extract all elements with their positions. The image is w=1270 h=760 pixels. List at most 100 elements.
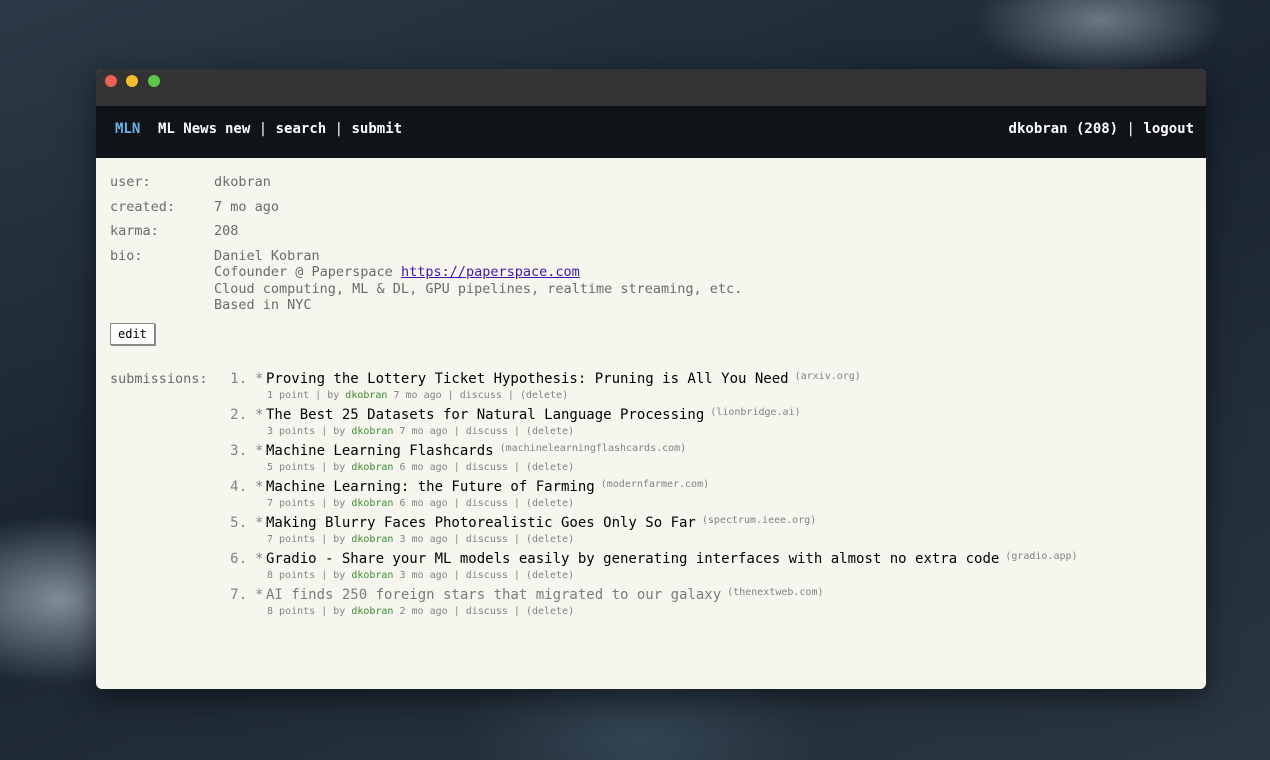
item-rank: 6. <box>230 550 247 567</box>
item-age-link[interactable]: 3 mo ago <box>400 534 448 545</box>
item-discuss-link[interactable]: discuss <box>460 390 502 401</box>
star-icon: * <box>255 478 264 495</box>
item-title-link[interactable]: Gradio - Share your ML models easily by … <box>266 551 999 567</box>
item-rank: 1. <box>230 370 247 387</box>
item-user-link[interactable]: dkobran <box>345 390 387 401</box>
item-by: by <box>333 497 346 509</box>
item-by: by <box>333 533 346 545</box>
site-logo[interactable]: MLN <box>115 121 140 137</box>
item-user-link[interactable]: dkobran <box>351 534 393 545</box>
item-user-link[interactable]: dkobran <box>351 498 393 509</box>
item-delete-link[interactable]: (delete) <box>526 426 574 437</box>
item-rank: 2. <box>230 406 247 423</box>
nav-separator: | <box>258 121 268 137</box>
item-discuss-link[interactable]: discuss <box>466 534 508 545</box>
item-user-link[interactable]: dkobran <box>351 606 393 617</box>
item-delete-link[interactable]: (delete) <box>520 390 568 401</box>
list-item: 1. * Proving the Lottery Ticket Hypothes… <box>214 371 1194 401</box>
item-age-link[interactable]: 7 mo ago <box>400 426 448 437</box>
profile-bio-row: bio: Daniel Kobran Cofounder @ Paperspac… <box>110 248 1206 314</box>
item-by: by <box>327 389 340 401</box>
bio-line-text: Cofounder @ Paperspace <box>214 264 401 280</box>
item-rank: 4. <box>230 478 247 495</box>
maximize-window-button[interactable] <box>148 75 160 87</box>
edit-profile-button[interactable]: edit <box>110 322 155 345</box>
item-discuss-link[interactable]: discuss <box>466 426 508 437</box>
item-age-link[interactable]: 6 mo ago <box>400 498 448 509</box>
bio-website-link[interactable]: https://paperspace.com <box>401 264 580 280</box>
minimize-window-button[interactable] <box>126 75 138 87</box>
item-by: by <box>333 605 346 617</box>
star-icon: * <box>255 370 264 387</box>
item-domain-link[interactable]: (arxiv.org) <box>795 371 861 387</box>
item-title-link[interactable]: AI finds 250 foreign stars that migrated… <box>266 587 721 603</box>
item-title-link[interactable]: The Best 25 Datasets for Natural Languag… <box>266 407 704 423</box>
star-icon: * <box>255 442 264 459</box>
nav-separator: | <box>1126 121 1135 137</box>
item-domain-link[interactable]: (thenextweb.com) <box>727 587 823 603</box>
user-label: user: <box>110 174 151 190</box>
item-user-link[interactable]: dkobran <box>351 426 393 437</box>
nav-links: new | search | submit <box>225 121 402 137</box>
item-title-link[interactable]: Machine Learning: the Future of Farming <box>266 479 595 495</box>
item-age-link[interactable]: 3 mo ago <box>400 570 448 581</box>
profile-user-row: user: dkobran <box>110 170 1206 195</box>
submissions-list: 1. * Proving the Lottery Ticket Hypothes… <box>214 371 1194 623</box>
window-titlebar <box>96 69 1206 106</box>
item-by: by <box>333 569 346 581</box>
nav-separator: | <box>334 121 344 137</box>
item-delete-link[interactable]: (delete) <box>526 462 574 473</box>
item-points: 7 points <box>267 533 316 545</box>
item-meta: 5 points | by dkobran 6 mo ago | discuss… <box>267 461 575 473</box>
item-delete-link[interactable]: (delete) <box>526 498 574 509</box>
profile-karma-row: karma: 208 <box>110 219 1206 244</box>
username-value: dkobran <box>214 174 271 190</box>
item-discuss-link[interactable]: discuss <box>466 462 508 473</box>
submissions-label: submissions: <box>110 370 208 387</box>
site-name-link[interactable]: ML News <box>158 121 217 137</box>
item-discuss-link[interactable]: discuss <box>466 570 508 581</box>
item-domain-link[interactable]: (lionbridge.ai) <box>710 407 800 423</box>
item-title-link[interactable]: Making Blurry Faces Photorealistic Goes … <box>266 515 696 531</box>
bio-line: Based in NYC <box>214 297 312 313</box>
list-item: 6. * Gradio - Share your ML models easil… <box>214 551 1194 581</box>
current-user-link[interactable]: dkobran (208) <box>1009 121 1119 137</box>
nav-submit-link[interactable]: submit <box>352 121 403 137</box>
item-domain-link[interactable]: (machinelearningflashcards.com) <box>500 443 687 459</box>
item-title-link[interactable]: Proving the Lottery Ticket Hypothesis: P… <box>266 371 789 387</box>
bio-label: bio: <box>110 247 143 264</box>
item-domain-link[interactable]: (modernfarmer.com) <box>601 479 709 495</box>
profile-content: user: dkobran created: 7 mo ago karma: 2… <box>96 158 1206 623</box>
star-icon: * <box>255 550 264 567</box>
item-delete-link[interactable]: (delete) <box>526 606 574 617</box>
item-meta: 7 points | by dkobran 3 mo ago | discuss… <box>267 533 575 545</box>
logout-link[interactable]: logout <box>1143 121 1194 137</box>
item-user-link[interactable]: dkobran <box>351 462 393 473</box>
item-delete-link[interactable]: (delete) <box>526 534 574 545</box>
bio-line: Daniel Kobran <box>214 247 320 264</box>
item-discuss-link[interactable]: discuss <box>466 606 508 617</box>
item-points: 8 points <box>267 605 316 617</box>
item-user-link[interactable]: dkobran <box>351 570 393 581</box>
star-icon: * <box>255 586 264 603</box>
item-age-link[interactable]: 2 mo ago <box>400 606 448 617</box>
item-meta: 8 points | by dkobran 3 mo ago | discuss… <box>267 569 575 581</box>
item-age-link[interactable]: 7 mo ago <box>393 390 441 401</box>
item-delete-link[interactable]: (delete) <box>526 570 574 581</box>
item-domain-link[interactable]: (spectrum.ieee.org) <box>702 515 816 531</box>
item-rank: 3. <box>230 442 247 459</box>
item-meta: 7 points | by dkobran 6 mo ago | discuss… <box>267 497 575 509</box>
item-title-link[interactable]: Machine Learning Flashcards <box>266 443 494 459</box>
item-age-link[interactable]: 6 mo ago <box>400 462 448 473</box>
close-window-button[interactable] <box>105 75 117 87</box>
item-points: 5 points <box>267 461 316 473</box>
item-discuss-link[interactable]: discuss <box>466 498 508 509</box>
item-domain-link[interactable]: (gradio.app) <box>1005 551 1077 567</box>
list-item: 4. * Machine Learning: the Future of Far… <box>214 479 1194 509</box>
site-header: MLN ML News new | search | submit dkobra… <box>96 106 1206 158</box>
item-points: 3 points <box>267 425 316 437</box>
item-points: 1 point <box>267 389 310 401</box>
nav-new-link[interactable]: new <box>225 121 250 137</box>
bio-text: Daniel Kobran Cofounder @ Paperspace htt… <box>214 248 742 314</box>
nav-search-link[interactable]: search <box>276 121 327 137</box>
